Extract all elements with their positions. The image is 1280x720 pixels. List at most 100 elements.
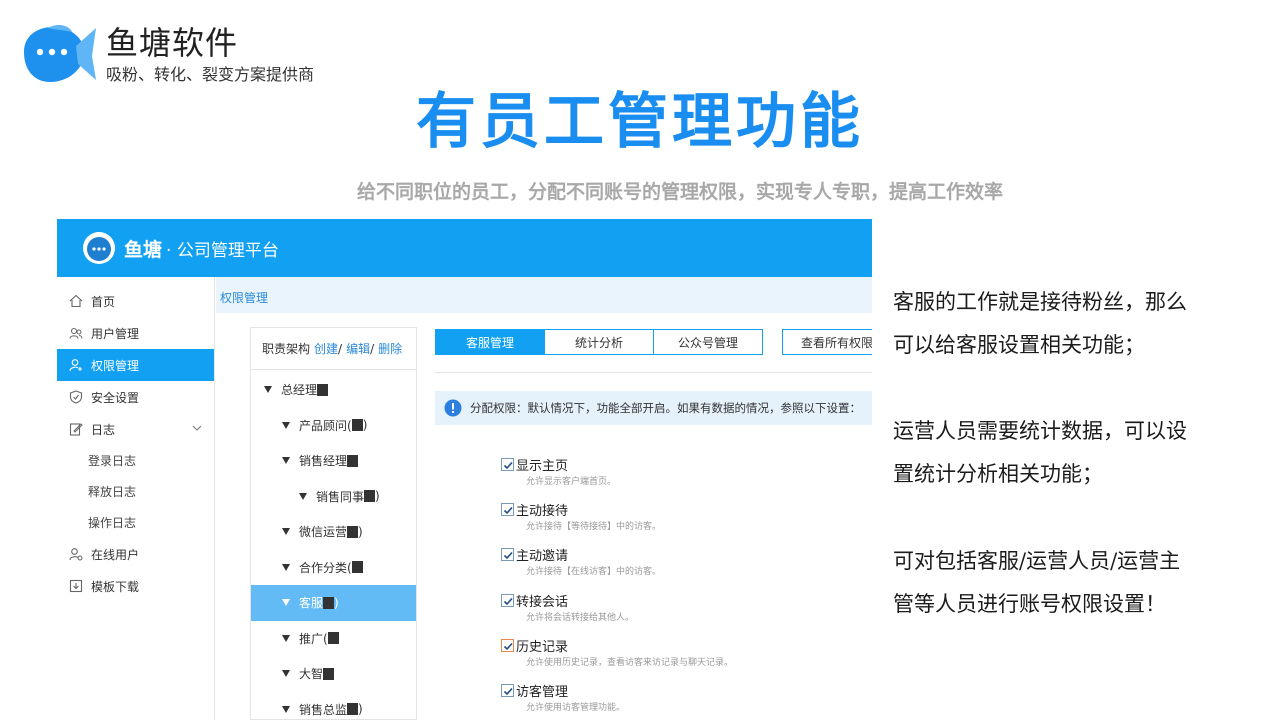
app-header: 鱼塘 · 公司管理平台: [57, 219, 872, 277]
tree-node[interactable]: 合作分类(: [251, 550, 416, 586]
tree-node-label: 销售同事: [316, 489, 365, 504]
org-tree-panel: 职责架构 创建 / 编辑 / 删除 总经理 产品顾问() 销售经理 销售同事) …: [250, 327, 417, 720]
tree-node[interactable]: 总经理: [251, 372, 416, 408]
org-tree-header: 职责架构 创建 / 编辑 / 删除: [251, 328, 416, 370]
info-icon: [444, 399, 462, 417]
sidebar-item-label: 在线用户: [91, 547, 140, 562]
description-line: 置统计分析相关功能；: [893, 462, 1103, 486]
chevron-down-icon[interactable]: [192, 423, 202, 433]
breadcrumb-bar: 权限管理: [216, 277, 872, 313]
separator: /: [370, 341, 375, 356]
sidebar: 首页 用户管理 权限管理 安全设置 日志 登录日志 释放日志 操作日志 在线用户…: [57, 277, 215, 720]
brand-header: 鱼塘软件 吸粉、转化、裂变方案提供商: [18, 22, 314, 88]
tree-node-label: 总经理: [281, 383, 318, 398]
tree-node[interactable]: 微信运营): [251, 514, 416, 550]
description-line: 可对包括客服/运营人员/运营主: [893, 549, 1181, 573]
sidebar-item-permissions[interactable]: 权限管理: [57, 349, 214, 381]
permission-checkbox[interactable]: [501, 638, 514, 652]
permission-item: 主动邀请 允许接待【在线访客】中的访客。: [501, 546, 661, 577]
description-line: 管等人员进行账号权限设置！: [893, 592, 1166, 616]
brand-tagline: 吸粉、转化、裂变方案提供商: [106, 65, 315, 84]
permission-checkbox[interactable]: [501, 547, 514, 561]
permission-item: 显示主页 允许显示客户端首页。: [501, 456, 616, 487]
caret-down-icon[interactable]: [282, 634, 290, 642]
tab-customer-service[interactable]: 客服管理: [435, 329, 545, 355]
edit-link[interactable]: 编辑: [346, 340, 370, 357]
tree-node-suffix: ): [362, 418, 368, 433]
permission-item: 主动接待 允许接待【等待接待】中的访客。: [501, 501, 661, 532]
description-line: 运营人员需要统计数据，可以设: [893, 419, 1187, 443]
caret-down-icon[interactable]: [282, 421, 290, 429]
sidebar-item-label: 用户管理: [91, 326, 140, 341]
edit-log-icon: [69, 423, 83, 436]
admin-app-screenshot: 鱼塘 · 公司管理平台 首页 用户管理 权限管理 安全设置 日志 登录日志 释放…: [57, 219, 872, 720]
fish-logo-icon: [24, 25, 96, 82]
tree-node[interactable]: 产品顾问(): [251, 408, 416, 444]
description-line: 可以给客服设置相关功能；: [893, 333, 1145, 357]
tree-node-label: 客服: [299, 596, 324, 611]
permission-description: 允许显示客户端首页。: [526, 477, 617, 487]
tree-node-label: 销售经理: [299, 454, 348, 469]
caret-down-icon[interactable]: [264, 386, 272, 394]
caret-down-icon[interactable]: [282, 457, 290, 465]
sidebar-item-label: 首页: [91, 294, 116, 309]
tree-node[interactable]: 销售总监): [251, 692, 416, 720]
sidebar-item-users[interactable]: 用户管理: [57, 317, 214, 349]
redacted-block: [347, 525, 359, 538]
permission-checkbox[interactable]: [501, 502, 514, 516]
tree-node[interactable]: 销售同事): [251, 479, 416, 515]
sidebar-item-home[interactable]: 首页: [57, 285, 214, 317]
sidebar-item-security[interactable]: 安全设置: [57, 381, 214, 413]
redacted-block: [351, 561, 363, 574]
tree-node-label: 销售总监: [299, 702, 348, 717]
caret-down-icon[interactable]: [282, 599, 290, 607]
tree-node-label: 合作分类(: [299, 560, 352, 575]
app-logo-icon: [83, 232, 115, 264]
permission-description: 允许接待【等待接待】中的访客。: [526, 522, 662, 532]
sidebar-subitem-operation-log[interactable]: 操作日志: [57, 507, 214, 538]
permission-title: 主动接待: [516, 503, 569, 519]
tree-node[interactable]: 推广(: [251, 621, 416, 657]
users-icon: [69, 327, 83, 339]
view-all-permissions-button[interactable]: 查看所有权限: [782, 329, 872, 355]
page-title: 有员工管理功能: [416, 87, 864, 157]
online-user-icon: [69, 548, 83, 561]
tree-node-label: 微信运营: [299, 525, 348, 540]
sidebar-subitem-login-log[interactable]: 登录日志: [57, 445, 214, 476]
redacted-block: [317, 383, 329, 396]
tree-node-suffix: ): [375, 489, 380, 504]
permission-item: 访客管理 允许使用访客管理功能。: [501, 682, 625, 713]
sidebar-item-online-users[interactable]: 在线用户: [57, 538, 214, 570]
caret-down-icon[interactable]: [282, 528, 290, 536]
page-subtitle: 给不同职位的员工，分配不同账号的管理权限，实现专人专职，提高工作效率: [356, 181, 1003, 203]
permission-user-icon: [69, 359, 82, 372]
caret-down-icon[interactable]: [299, 492, 307, 500]
caret-down-icon[interactable]: [282, 705, 290, 713]
create-link[interactable]: 创建: [314, 340, 338, 357]
breadcrumb[interactable]: 权限管理: [220, 289, 268, 306]
description-paragraph-1: 客服的工作就是接待粉丝，那么 可以给客服设置相关功能；: [893, 281, 1243, 367]
permission-title: 主动邀请: [516, 548, 569, 564]
tree-node[interactable]: 销售经理: [251, 443, 416, 479]
permission-checkbox[interactable]: [501, 683, 514, 697]
tree-node-suffix: ): [358, 702, 363, 717]
tab-statistics[interactable]: 统计分析: [545, 329, 654, 355]
sidebar-subitem-release-log[interactable]: 释放日志: [57, 476, 214, 507]
caret-down-icon[interactable]: [282, 670, 290, 678]
permission-tabs: 客服管理 统计分析 公众号管理: [435, 329, 763, 355]
permission-title: 历史记录: [516, 639, 569, 655]
permission-title: 显示主页: [516, 458, 569, 474]
tree-node-suffix: ): [358, 524, 363, 539]
permission-checkbox[interactable]: [501, 593, 514, 607]
tree-node-label: 产品顾问(: [299, 418, 352, 433]
tree-node[interactable]: 大智: [251, 656, 416, 692]
redacted-block: [347, 703, 359, 716]
tab-official-account[interactable]: 公众号管理: [654, 329, 763, 355]
redacted-block: [327, 632, 339, 645]
sidebar-item-logs[interactable]: 日志: [57, 413, 214, 445]
permission-checkbox[interactable]: [501, 457, 514, 471]
sidebar-item-template-download[interactable]: 模板下载: [57, 570, 214, 602]
delete-link[interactable]: 删除: [378, 340, 402, 357]
tree-node-selected[interactable]: 客服): [251, 585, 416, 621]
caret-down-icon[interactable]: [282, 563, 290, 571]
